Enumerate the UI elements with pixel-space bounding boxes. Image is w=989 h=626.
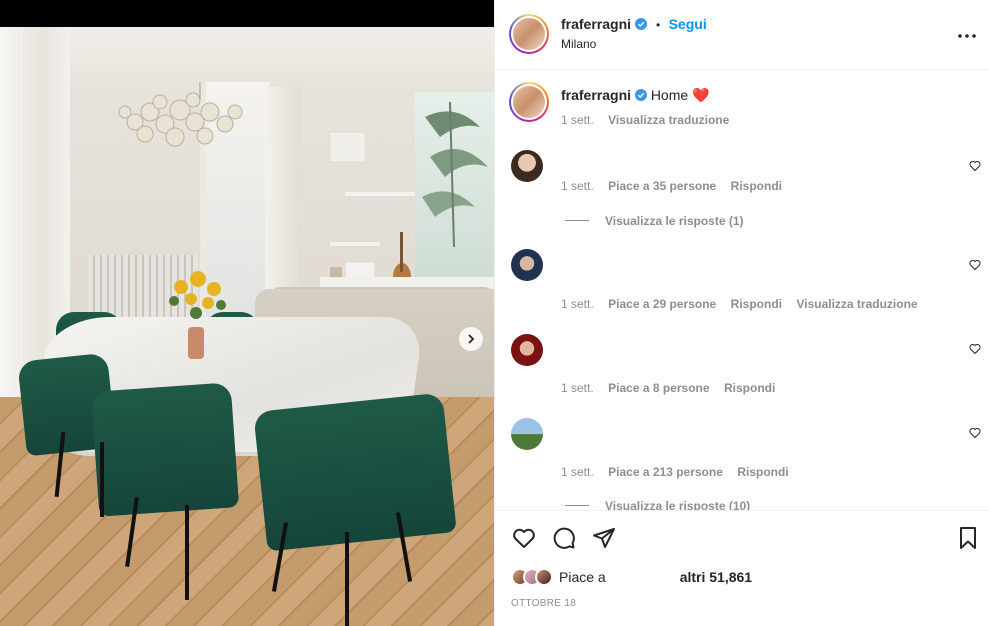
commenter-avatar[interactable]	[511, 334, 543, 366]
comment-like-icon[interactable]	[969, 160, 981, 172]
comment-translate-link[interactable]: Visualizza traduzione	[796, 297, 917, 311]
heart-emoji: ❤️	[692, 87, 710, 103]
reply-button[interactable]: Rispondi	[724, 381, 775, 395]
comment-likes[interactable]: Piace a 35 persone	[608, 179, 716, 193]
post-photo[interactable]	[0, 27, 494, 626]
comment-bubble-icon[interactable]	[552, 526, 576, 550]
author-username[interactable]: fraferragni	[561, 16, 631, 32]
post-header: fraferragni • Segui Milano	[495, 0, 989, 70]
more-dots-icon	[958, 34, 976, 38]
separator-dot: •	[655, 18, 661, 32]
caption-avatar[interactable]	[509, 82, 549, 122]
comment-time[interactable]: 1 sett.	[561, 297, 594, 311]
commenter-avatar[interactable]	[511, 249, 543, 281]
commenter-avatar[interactable]	[511, 150, 543, 182]
comment-likes[interactable]: Piace a 213 persone	[608, 465, 723, 479]
bookmark-icon[interactable]	[956, 526, 980, 550]
comment-like-icon[interactable]	[969, 259, 981, 271]
comment-likes[interactable]: Piace a 29 persone	[608, 297, 716, 311]
follow-button[interactable]: Segui	[669, 16, 707, 32]
view-replies-label: Visualizza le risposte (10)	[605, 499, 751, 510]
reply-button[interactable]: Rispondi	[731, 297, 782, 311]
share-send-icon[interactable]	[592, 526, 616, 550]
view-replies-button[interactable]: Visualizza le risposte (10)	[565, 497, 750, 510]
comments-list: fraferragni Home ❤️ 1 sett. Visualizza t…	[495, 70, 989, 510]
view-replies-label: Visualizza le risposte (1)	[605, 214, 744, 228]
reply-button[interactable]: Rispondi	[731, 179, 782, 193]
view-replies-button[interactable]: Visualizza le risposte (1)	[565, 212, 744, 230]
verified-badge-icon	[635, 18, 648, 30]
liker-avatar	[535, 568, 553, 586]
comment-time[interactable]: 1 sett.	[561, 179, 594, 193]
comment-like-icon[interactable]	[969, 427, 981, 439]
author-avatar[interactable]	[509, 14, 549, 54]
caption: fraferragni Home ❤️	[561, 87, 710, 104]
caption-username[interactable]: fraferragni	[561, 87, 631, 103]
caption-text: Home	[650, 87, 689, 103]
next-photo-button[interactable]	[459, 327, 483, 351]
likes-summary[interactable]: Piace a altri 51,861	[511, 566, 752, 588]
comment-likes[interactable]: Piace a 8 persone	[608, 381, 709, 395]
likes-count[interactable]: altri 51,861	[680, 569, 752, 585]
post-location[interactable]: Milano	[561, 37, 596, 51]
reply-button[interactable]: Rispondi	[737, 465, 788, 479]
verified-badge-icon	[634, 89, 647, 101]
post-media	[0, 0, 494, 626]
comment-time[interactable]: 1 sett.	[561, 381, 594, 395]
more-options-button[interactable]	[958, 22, 976, 42]
likes-prefix: Piace a	[559, 569, 606, 585]
post-sidebar: fraferragni • Segui Milano fraferragni H…	[494, 0, 989, 626]
commenter-avatar[interactable]	[511, 418, 543, 450]
caption-translate-link[interactable]: Visualizza traduzione	[608, 113, 729, 127]
comment-like-icon[interactable]	[969, 343, 981, 355]
comment-time[interactable]: 1 sett.	[561, 465, 594, 479]
caption-time[interactable]: 1 sett.	[561, 113, 594, 127]
chevron-right-icon	[468, 334, 475, 344]
post-date[interactable]: OTTOBRE 18	[511, 598, 576, 609]
like-heart-icon[interactable]	[512, 526, 536, 550]
